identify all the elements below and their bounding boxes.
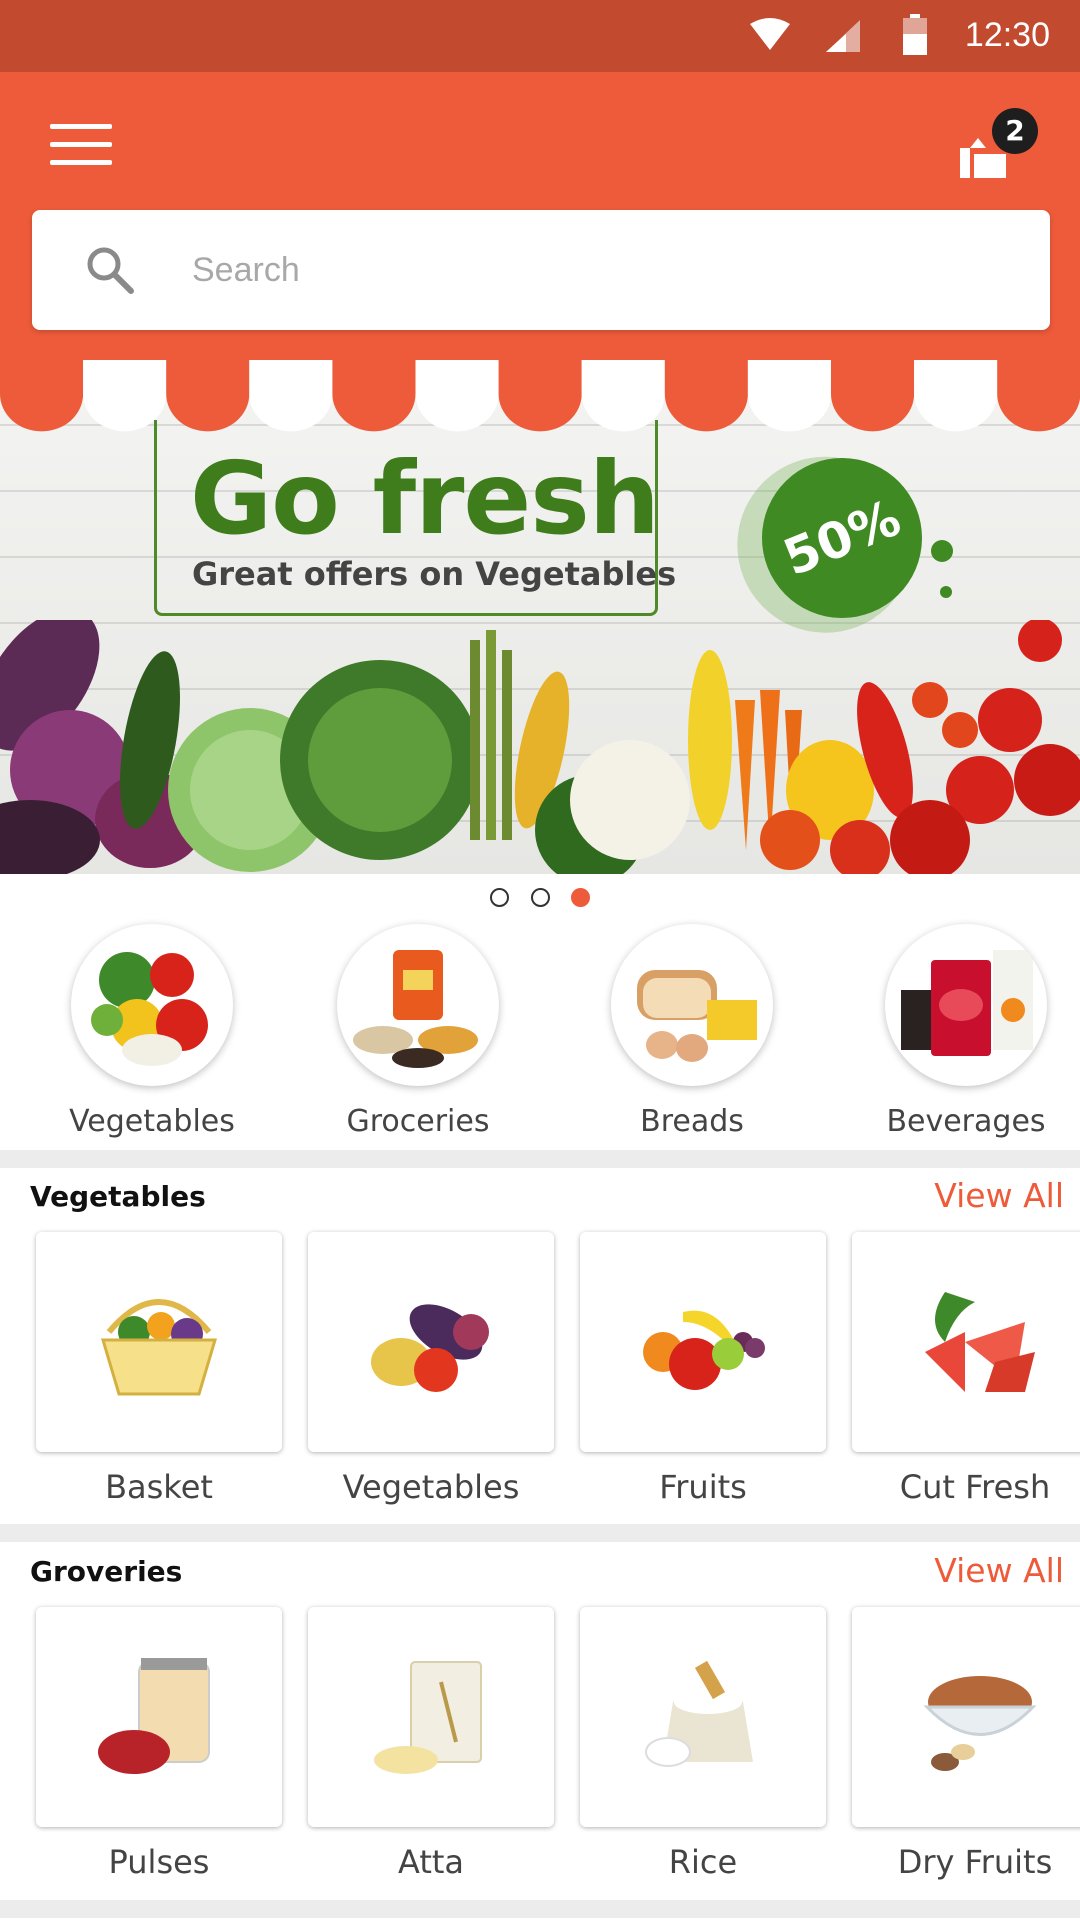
search-icon [87, 247, 134, 294]
product-card-atta[interactable] [308, 1607, 554, 1827]
category-breads[interactable]: Breads [592, 924, 792, 1139]
decor-dot [940, 586, 952, 598]
awning-scallop [831, 360, 915, 432]
carousel-dot-3[interactable] [570, 888, 590, 907]
product-label: Basket [105, 1468, 213, 1506]
product-card-cut-fresh[interactable] [852, 1232, 1080, 1452]
signal-icon [826, 20, 860, 52]
awning-scallop [747, 360, 831, 432]
search-bar[interactable] [32, 210, 1050, 330]
decor-dot [931, 540, 953, 562]
category-label: Groceries [346, 1104, 490, 1139]
category-groceries[interactable]: Groceries [318, 924, 518, 1139]
breads-category-image [611, 924, 773, 1086]
category-beverages[interactable]: Beverages [866, 924, 1066, 1139]
vegetables-category-image [71, 924, 233, 1086]
promo-subtitle: Great offers on Vegetables [192, 555, 677, 593]
beverages-category-image [885, 924, 1047, 1086]
groceries-section: Groveries View All Pulses Atta Rice Dry … [0, 1543, 1080, 1899]
product-card-dry-fruits[interactable] [852, 1607, 1080, 1827]
basket-image [100, 1299, 218, 1396]
product-label: Atta [397, 1843, 465, 1881]
awning-scallop [914, 360, 998, 432]
carousel-dot-1[interactable] [490, 888, 510, 907]
atta-image [374, 1661, 482, 1774]
dry-fruits-image [923, 1676, 1037, 1771]
clock-time: 12:30 [964, 16, 1050, 54]
category-label: Breads [640, 1104, 744, 1139]
category-label: Vegetables [69, 1104, 235, 1139]
search-input[interactable] [192, 240, 992, 300]
category-label: Beverages [886, 1104, 1046, 1139]
awning-scallop [0, 360, 84, 432]
product-card-basket[interactable] [36, 1232, 282, 1452]
carousel-dot-2[interactable] [530, 888, 550, 907]
fruits-image [643, 1310, 765, 1390]
cut-fresh-image [925, 1292, 1035, 1392]
carousel-indicators [0, 888, 1080, 910]
menu-icon[interactable] [50, 124, 112, 174]
groceries-category-image [337, 924, 499, 1086]
status-bar: 12:30 [0, 0, 1080, 72]
discount-badge: 50% [737, 433, 947, 643]
product-card-vegetables[interactable] [308, 1232, 554, 1452]
vegetables-section: Vegetables View All Basket Vegetables Fr… [0, 1168, 1080, 1524]
product-label: Dry Fruits [897, 1843, 1053, 1881]
app-bar: 2 [0, 72, 1080, 362]
vegetables-image [371, 1304, 489, 1392]
product-card-pulses[interactable] [36, 1607, 282, 1827]
pulses-image [98, 1658, 210, 1774]
discount-badge-group: 50% [728, 433, 968, 643]
category-row: Vegetables Groceries Breads Beverages [0, 924, 1080, 1150]
product-card-rice[interactable] [580, 1607, 826, 1827]
section-divider [0, 1150, 1080, 1168]
product-card-fruits[interactable] [580, 1232, 826, 1452]
section-title: Vegetables [30, 1180, 206, 1213]
category-vegetables[interactable]: Vegetables [52, 924, 252, 1139]
section-title: Groveries [30, 1555, 183, 1588]
rice-image [645, 1660, 753, 1767]
cart-button[interactable]: 2 [956, 108, 1046, 198]
product-label: Fruits [659, 1468, 747, 1506]
awning-scallop [664, 360, 748, 432]
product-label: Pulses [108, 1843, 210, 1881]
product-label: Cut Fresh [899, 1468, 1051, 1506]
section-divider [0, 1900, 1080, 1918]
promo-title: Go fresh [190, 440, 660, 557]
product-label: Vegetables [342, 1468, 520, 1506]
view-all-link[interactable]: View All [934, 1176, 1064, 1215]
wifi-icon [750, 18, 790, 50]
cart-count-badge: 2 [992, 108, 1038, 154]
battery-icon [903, 14, 927, 55]
product-label: Rice [668, 1843, 738, 1881]
section-divider [0, 1524, 1080, 1542]
vegetables-illustration [0, 620, 1080, 874]
view-all-link[interactable]: View All [934, 1551, 1064, 1590]
awning-scallop [997, 360, 1080, 432]
